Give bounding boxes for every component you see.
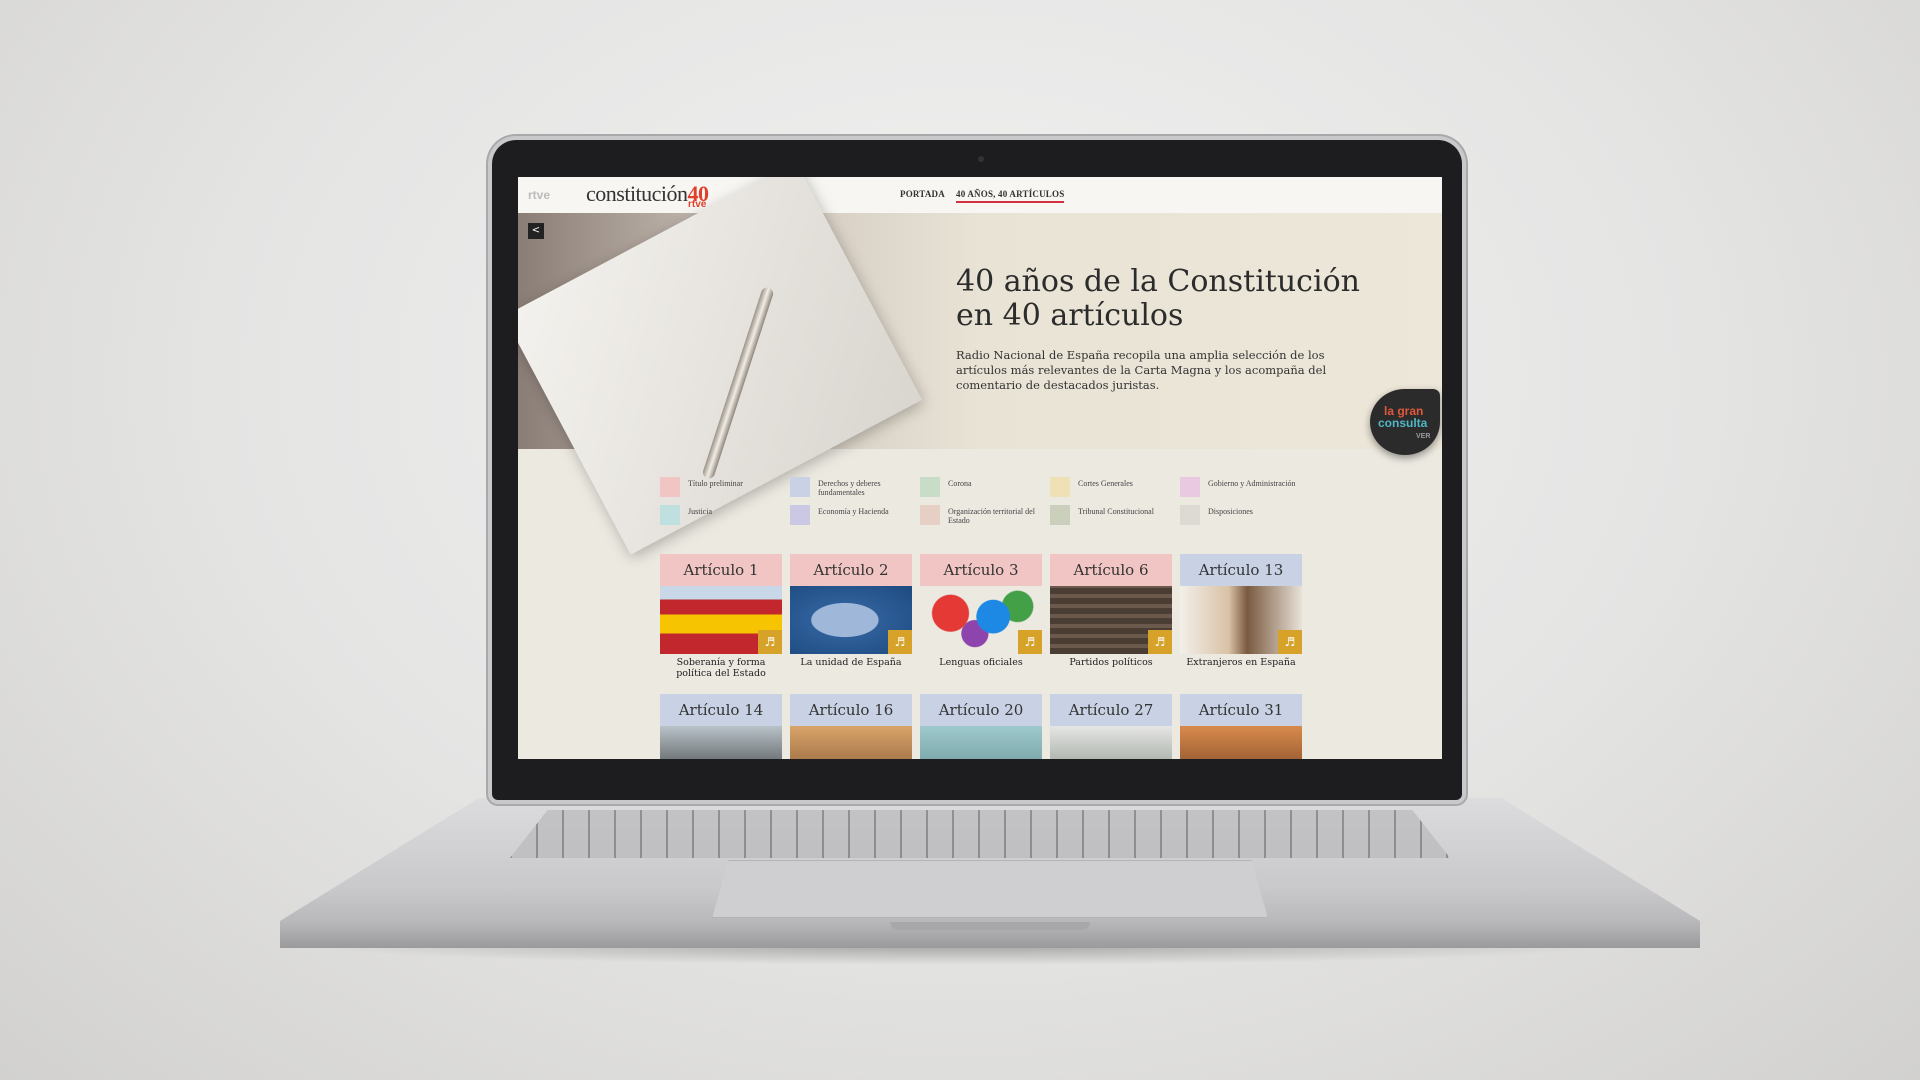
hero-title: 40 años de la Constitución en 40 artícul… xyxy=(956,265,1376,333)
legend-swatch[interactable] xyxy=(660,505,680,525)
article-image[interactable] xyxy=(1050,726,1172,759)
speaker-icon[interactable]: ♬ xyxy=(1148,630,1172,654)
legend-label[interactable]: Justicia xyxy=(688,507,788,516)
article-card[interactable]: Artículo 2 ♬ La unidad de España xyxy=(790,554,912,668)
hero-banner: < 40 años de la Constitución en 40 artíc… xyxy=(518,177,1442,555)
article-card[interactable]: Artículo 13 ♬ Extranjeros en España xyxy=(1180,554,1302,668)
speaker-icon[interactable]: ♬ xyxy=(1278,630,1302,654)
nav-40-articulos[interactable]: 40 AÑOS, 40 ARTÍCULOS xyxy=(956,189,1065,203)
article-title[interactable]: Artículo 13 xyxy=(1180,554,1302,586)
hero-description: Radio Nacional de España recopila una am… xyxy=(956,348,1327,392)
document-image xyxy=(518,177,923,555)
legend-swatch[interactable] xyxy=(1050,505,1070,525)
article-card[interactable]: Artículo 31 xyxy=(1180,694,1302,759)
article-caption: Lenguas oficiales xyxy=(939,657,1023,668)
logo-rtve: rtve xyxy=(688,199,707,210)
legend-swatch[interactable] xyxy=(920,477,940,497)
article-card[interactable]: Artículo 1 ♬ Soberanía y forma política … xyxy=(660,554,782,679)
trackpad xyxy=(712,860,1268,918)
legend-label[interactable]: Cortes Generales xyxy=(1078,479,1178,488)
legend-label[interactable]: Título preliminar xyxy=(688,479,788,488)
legend-swatch[interactable] xyxy=(790,477,810,497)
logo-text: constitución xyxy=(586,181,688,206)
legend-label[interactable]: Economía y Hacienda xyxy=(818,507,918,516)
speaker-icon[interactable]: ♬ xyxy=(758,630,782,654)
speaker-icon[interactable]: ♬ xyxy=(1018,630,1042,654)
article-title[interactable]: Artículo 27 xyxy=(1050,694,1172,726)
camera-icon xyxy=(978,156,984,162)
handshake-icon[interactable]: ♬ xyxy=(1180,586,1302,654)
article-title[interactable]: Artículo 6 xyxy=(1050,554,1172,586)
article-card[interactable]: Artículo 27 xyxy=(1050,694,1172,759)
keyboard xyxy=(510,810,1450,858)
article-card[interactable]: Artículo 3 ♬ Lenguas oficiales xyxy=(920,554,1042,668)
article-image[interactable] xyxy=(1180,726,1302,759)
article-title[interactable]: Artículo 31 xyxy=(1180,694,1302,726)
article-title[interactable]: Artículo 16 xyxy=(790,694,912,726)
lid-notch xyxy=(890,922,1090,930)
badge-line-2: consulta xyxy=(1378,416,1428,430)
article-title[interactable]: Artículo 14 xyxy=(660,694,782,726)
article-image[interactable] xyxy=(920,726,1042,759)
share-icon[interactable]: < xyxy=(528,223,544,239)
article-title[interactable]: Artículo 2 xyxy=(790,554,912,586)
article-card[interactable]: Artículo 16 xyxy=(790,694,912,759)
article-caption: Soberanía y forma política del Estado xyxy=(676,657,766,679)
speaker-icon[interactable]: ♬ xyxy=(888,630,912,654)
article-image[interactable] xyxy=(790,726,912,759)
article-image[interactable] xyxy=(660,726,782,759)
legend-label[interactable]: Corona xyxy=(948,479,1048,488)
badge-ver: VER xyxy=(1416,433,1431,440)
speech-bubbles-icon[interactable]: ♬ xyxy=(920,586,1042,654)
legend-label[interactable]: Derechos y deberes fundamentales xyxy=(818,479,918,497)
article-title[interactable]: Artículo 1 xyxy=(660,554,782,586)
legend-label[interactable]: Organización territorial del Estado xyxy=(948,507,1048,525)
spain-flag-icon[interactable]: ♬ xyxy=(660,586,782,654)
article-card[interactable]: Artículo 6 ♬ Partidos políticos xyxy=(1050,554,1172,668)
article-caption: La unidad de España xyxy=(800,657,902,668)
article-caption: Partidos políticos xyxy=(1069,657,1153,668)
article-title[interactable]: Artículo 3 xyxy=(920,554,1042,586)
article-card[interactable]: Artículo 20 xyxy=(920,694,1042,759)
legend-label[interactable]: Gobierno y Administración xyxy=(1208,479,1308,488)
site-header: rtve constitución40 rtve PORTADA 40 AÑOS… xyxy=(518,177,1442,214)
spain-map-icon[interactable]: ♬ xyxy=(790,586,912,654)
article-card[interactable]: Artículo 14 xyxy=(660,694,782,759)
legend-label[interactable]: Tribunal Constitucional xyxy=(1078,507,1178,516)
legend-swatch[interactable] xyxy=(920,505,940,525)
rtve-mini-logo[interactable]: rtve xyxy=(528,188,550,202)
hero-title-line-2: en 40 artículos xyxy=(956,298,1184,333)
nav-portada[interactable]: PORTADA xyxy=(900,189,945,199)
legend-swatch[interactable] xyxy=(1180,477,1200,497)
legend-label[interactable]: Disposiciones xyxy=(1208,507,1308,516)
article-title[interactable]: Artículo 20 xyxy=(920,694,1042,726)
article-caption: Extranjeros en España xyxy=(1186,657,1296,668)
la-gran-consulta-badge[interactable]: la gran consulta VER xyxy=(1370,389,1440,455)
legend-swatch[interactable] xyxy=(1180,505,1200,525)
parliament-icon[interactable]: ♬ xyxy=(1050,586,1172,654)
legend-swatch[interactable] xyxy=(1050,477,1070,497)
hero-title-line-1: 40 años de la Constitución xyxy=(956,264,1360,299)
legend-swatch[interactable] xyxy=(660,477,680,497)
laptop-screen: rtve constitución40 rtve PORTADA 40 AÑOS… xyxy=(518,177,1442,759)
legend-swatch[interactable] xyxy=(790,505,810,525)
